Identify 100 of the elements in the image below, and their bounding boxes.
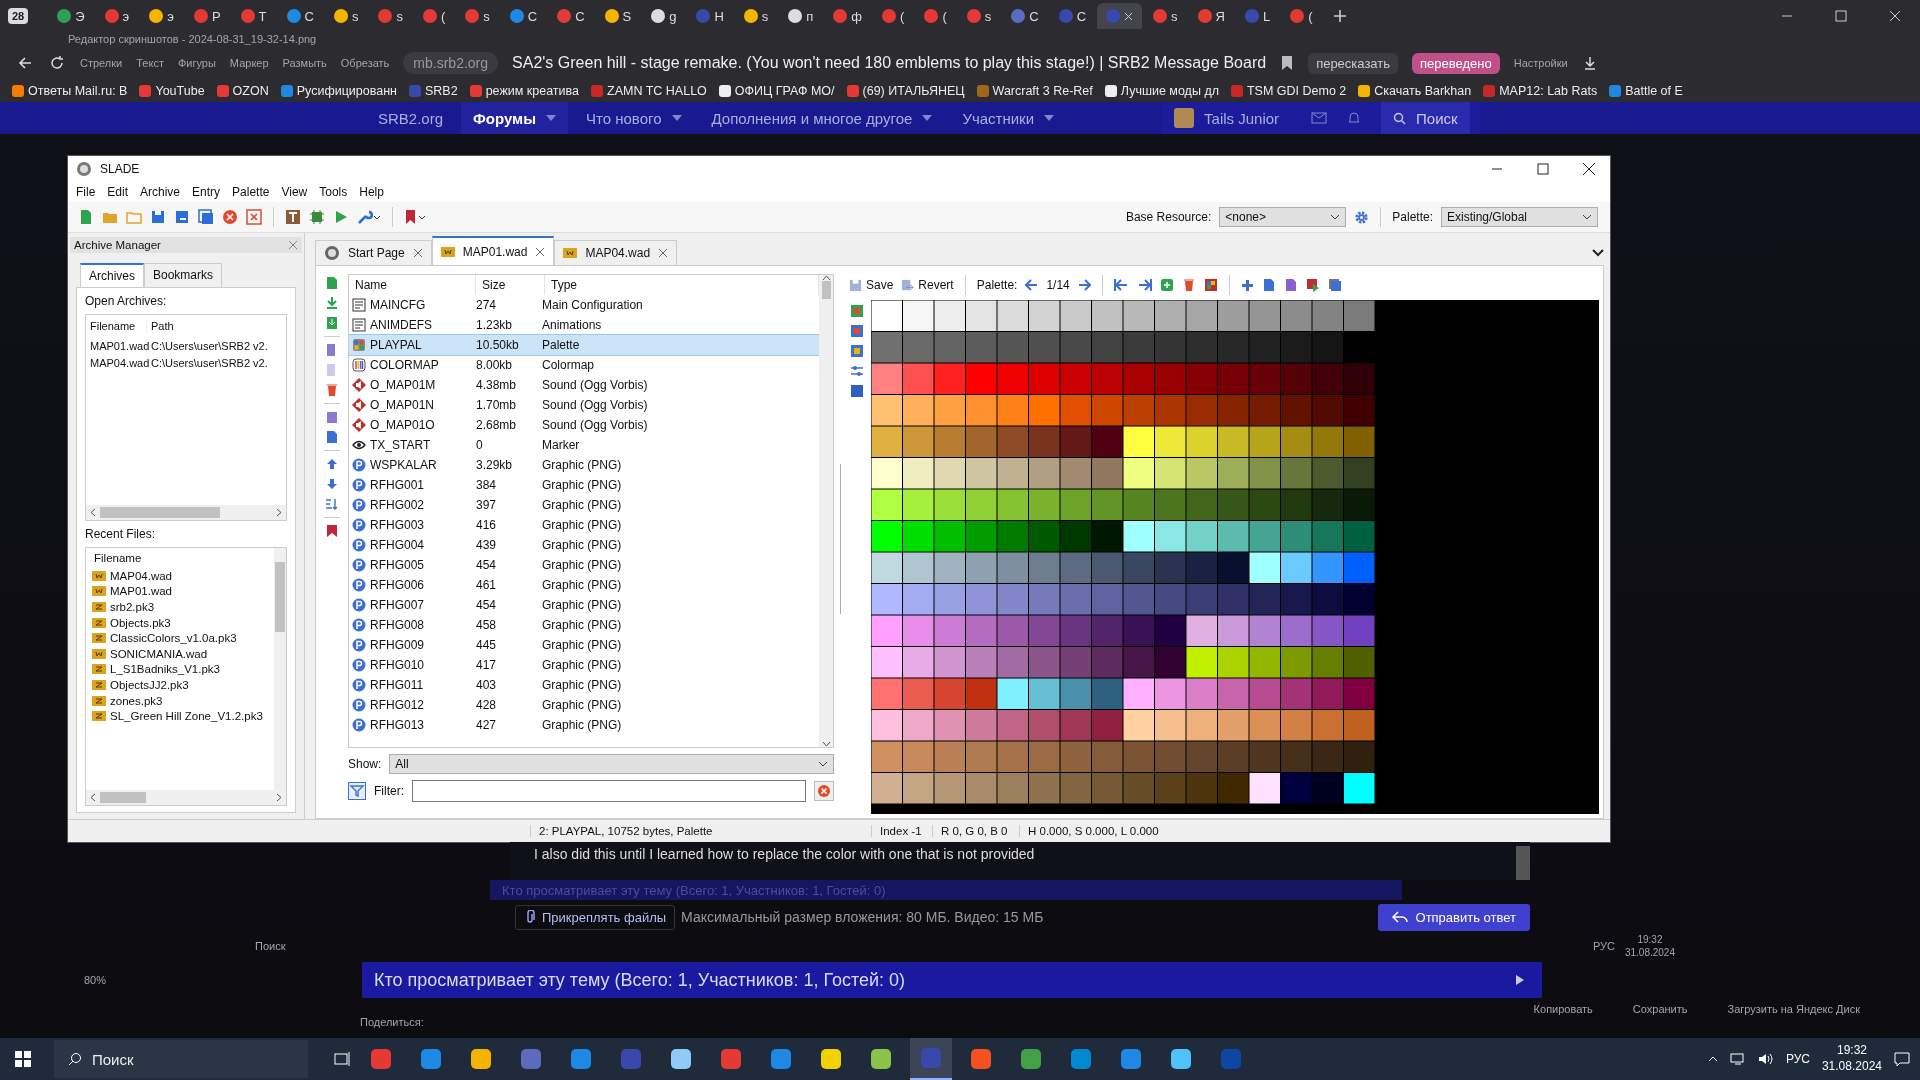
attach-files-button[interactable]: Прикреплять файлы [515, 904, 676, 930]
close-circle-icon[interactable] [222, 209, 238, 225]
summarize-button[interactable]: пересказать [1308, 52, 1399, 74]
browser-tab[interactable]: Т [231, 3, 276, 29]
browser-tab[interactable]: С [548, 3, 594, 29]
entry-row[interactable]: RFHG012 428 Graphic (PNG) [349, 695, 819, 715]
entry-row[interactable]: TX_START 0 Marker [349, 435, 819, 455]
show-dropdown[interactable]: All [389, 754, 834, 774]
play-icon[interactable] [333, 209, 349, 225]
bookmark-link[interactable]: (69) ИТАЛЬЯНЕЦ [846, 84, 965, 98]
menu-item[interactable]: Tools [319, 185, 348, 199]
document-tab[interactable]: MAP04.wad [554, 240, 678, 265]
menu-item[interactable]: Entry [192, 185, 221, 199]
entry-row[interactable]: RFHG005 454 Graphic (PNG) [349, 555, 819, 575]
language-indicator[interactable]: РУС [1785, 1052, 1810, 1066]
sort-icon[interactable] [325, 497, 339, 511]
network-icon[interactable] [1729, 1052, 1746, 1066]
browser-tab[interactable]: Н [687, 3, 733, 29]
editor-action-button[interactable]: Загрузить на Яндекс Диск [1727, 1002, 1860, 1016]
move-left-icon[interactable] [1113, 279, 1129, 291]
browser-tab[interactable]: ф [824, 3, 872, 29]
clock-time[interactable]: 19:32 [1836, 1043, 1867, 1059]
entry-row[interactable]: RFHG006 461 Graphic (PNG) [349, 575, 819, 595]
bookmark-icon[interactable] [404, 209, 428, 225]
export-file-icon[interactable] [1283, 278, 1298, 292]
menu-item[interactable]: View [281, 185, 308, 199]
import-icon[interactable] [325, 296, 339, 310]
import-file-icon[interactable] [325, 316, 339, 330]
right-arrow-icon[interactable] [1077, 279, 1091, 291]
editor-action-button[interactable]: Копировать [1533, 1002, 1593, 1016]
nav-tab[interactable]: Форумы [461, 102, 569, 134]
entry-row[interactable]: COLORMAP 8.00kb Colormap [349, 355, 819, 375]
browser-tab[interactable]: э [140, 3, 183, 29]
browser-tab[interactable]: ( [915, 3, 956, 29]
chevron-icon[interactable] [1592, 249, 1604, 257]
settings-icon[interactable] [1354, 209, 1370, 225]
delete-icon[interactable] [1181, 278, 1196, 292]
scroll-up-icon[interactable] [821, 275, 831, 281]
recent-file-item[interactable]: ObjectsJJ2.pk3 [92, 677, 274, 693]
column-header[interactable]: Size [476, 275, 545, 295]
recent-file-item[interactable]: SONICMANIA.wad [92, 645, 274, 662]
browser-tab[interactable]: С [500, 3, 547, 29]
refresh-icon[interactable] [48, 54, 66, 72]
browser-tab[interactable]: ( [1281, 3, 1322, 29]
entry-row[interactable]: RFHG003 416 Graphic (PNG) [349, 515, 819, 535]
colourise-icon[interactable] [850, 304, 864, 318]
up-arrow-icon[interactable] [325, 457, 339, 471]
browser-tab[interactable]: s [957, 3, 1001, 29]
left-arrow-icon[interactable] [1025, 279, 1039, 291]
tab-count-badge[interactable]: 28 [8, 8, 29, 24]
browser-tab[interactable]: g [642, 3, 686, 29]
entry-row[interactable]: RFHG007 454 Graphic (PNG) [349, 595, 819, 615]
editor-tool-label[interactable]: Маркер [229, 56, 269, 70]
bookmark-link[interactable]: YouTube [139, 84, 205, 98]
entry-row[interactable]: O_MAP01O 2.68mb Sound (Ogg Vorbis) [349, 415, 819, 435]
bookmark-link[interactable]: ZAMN TC HALLO [591, 84, 707, 98]
bookmark-link[interactable]: ОФИЦ ГРАФ МО/ [718, 84, 835, 98]
bookmark-icon[interactable] [1280, 55, 1295, 71]
entry-row[interactable]: RFHG001 384 Graphic (PNG) [349, 475, 819, 495]
texture-editor-icon[interactable] [285, 209, 301, 225]
new-file-icon[interactable] [78, 209, 94, 225]
viewers-bar[interactable]: Кто просматривает эту тему (Всего: 1, Участников: 1, Гостей: 0) [362, 962, 1542, 998]
browser-tab[interactable]: Р [184, 3, 230, 29]
nav-tab[interactable]: Дополнения и многое другое [699, 102, 945, 134]
browser-tab[interactable]: s [324, 3, 368, 29]
entry-row[interactable]: RFHG004 439 Graphic (PNG) [349, 535, 819, 555]
bookmark-link[interactable]: Лучшие моды дл [1104, 84, 1219, 98]
move-right-icon[interactable] [1136, 279, 1152, 291]
palette-play-icon[interactable] [1305, 278, 1320, 292]
vertical-scrollbar[interactable] [274, 548, 286, 790]
entry-row[interactable]: ANIMDEFS 1.23kb Animations [349, 315, 819, 335]
taskbar-app-button[interactable] [910, 1038, 952, 1080]
bookmark-link[interactable]: Ответы Mail.ru: B [12, 84, 128, 98]
palette-dropdown[interactable]: Existing/Global [1441, 207, 1598, 227]
menu-item[interactable]: Edit [107, 185, 129, 199]
recent-file-item[interactable]: zones.pk3 [92, 692, 274, 709]
save-icon[interactable] [150, 209, 166, 225]
entry-row[interactable]: MAINCFG 274 Main Configuration [349, 295, 819, 315]
clock-date[interactable]: 31.08.2024 [1821, 1059, 1882, 1075]
nav-tab[interactable]: Участники [950, 102, 1067, 134]
panel-tab[interactable]: Bookmarks [144, 263, 223, 287]
browser-tab[interactable]: L [1235, 3, 1280, 29]
zoom-level[interactable]: 80% [0, 973, 362, 987]
translated-badge[interactable]: переведено [1412, 52, 1500, 74]
recent-file-item[interactable]: SL_Green Hill Zone_V1.2.pk3 [92, 708, 274, 724]
entry-row[interactable]: WSPKALAR 3.29kb Graphic (PNG) [349, 455, 819, 475]
browser-tab[interactable]: ( [873, 3, 914, 29]
scroll-left-icon[interactable] [90, 508, 96, 517]
browser-tab[interactable]: s [734, 3, 778, 29]
scroll-right-icon[interactable] [276, 508, 282, 517]
column-header[interactable]: Path [147, 320, 286, 332]
delete-icon[interactable] [325, 383, 339, 397]
entry-row[interactable]: RFHG008 458 Graphic (PNG) [349, 615, 819, 635]
browser-tab[interactable]: s [369, 3, 412, 29]
editor-tool-label[interactable]: Стрелки [80, 56, 123, 70]
close-icon[interactable] [1582, 162, 1596, 176]
scroll-down-icon[interactable] [821, 741, 831, 747]
bookmark-link[interactable]: Battle of E [1609, 84, 1683, 98]
scroll-thumb[interactable] [821, 281, 831, 299]
browser-tab[interactable]: э [95, 3, 139, 29]
